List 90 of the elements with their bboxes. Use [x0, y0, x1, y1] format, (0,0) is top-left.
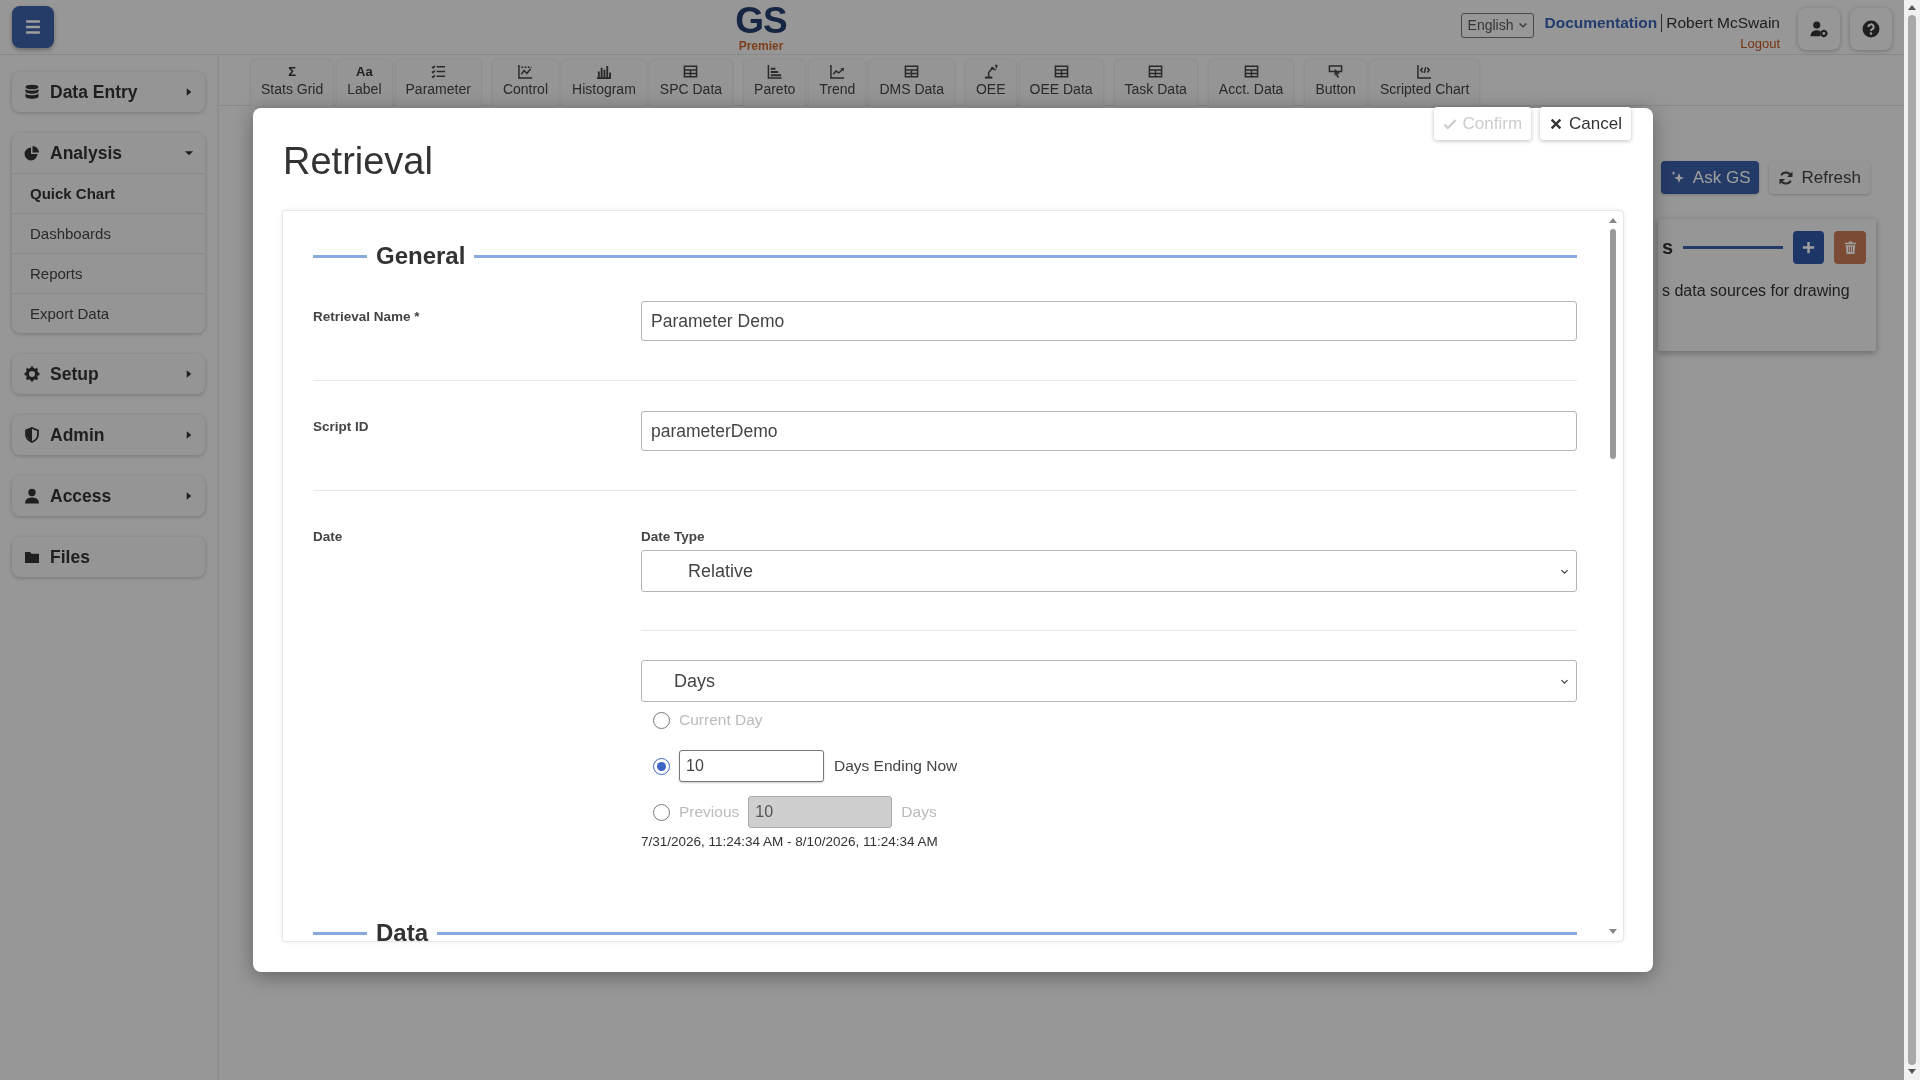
toolbar-button[interactable]: Scripted Chart [1369, 60, 1480, 106]
sidebar-section[interactable]: Files [12, 537, 205, 577]
card-text: s data sources for drawing [1662, 282, 1851, 300]
radio-button[interactable] [653, 757, 670, 775]
add-button[interactable] [1792, 231, 1825, 264]
select-value: Days [674, 670, 716, 692]
table-icon [1243, 64, 1259, 79]
refresh-icon [1778, 169, 1795, 186]
sidebar-section[interactable]: Admin [12, 415, 205, 455]
user-name: Robert McSwain [1666, 13, 1780, 32]
glyph-icon: Aa [356, 64, 373, 79]
toolbar-button[interactable]: Histogram [562, 60, 646, 106]
unit-select[interactable]: Days [641, 660, 1577, 702]
help-icon [1862, 19, 1880, 38]
documentation-link[interactable]: Documentation [1544, 13, 1658, 32]
card-heading: s [1662, 236, 1674, 259]
toolbar-button[interactable]: Button [1305, 60, 1366, 106]
toolbar-button[interactable]: Trend [809, 60, 866, 106]
text-field[interactable]: Parameter Demo [641, 301, 1577, 341]
section-title: General [376, 242, 466, 270]
help-button[interactable] [1850, 7, 1892, 50]
text-field[interactable]: parameterDemo [641, 411, 1577, 451]
toolbar-button[interactable]: OEE Data [1019, 60, 1103, 106]
plus-icon [1800, 240, 1816, 255]
toolbar-button[interactable]: DMS Data [869, 60, 954, 106]
radio-button[interactable] [653, 711, 670, 729]
user-icon [24, 488, 40, 504]
cancel-button[interactable]: Cancel [1540, 107, 1631, 140]
control-chart-icon [517, 64, 533, 79]
section-title: Data [376, 919, 429, 941]
close-icon [1549, 116, 1564, 131]
date-range-text: 7/31/2026, 11:24:34 AM - 8/10/2026, 11:24:34 AM [641, 834, 939, 849]
logo-title: GS [735, 2, 787, 39]
field-label: Script ID [313, 418, 370, 436]
ask-button[interactable]: Ask GS [1660, 161, 1760, 194]
language-select[interactable]: English [1460, 12, 1535, 38]
field-label: Retrieval Name * [313, 308, 421, 326]
field-label: Date Type [641, 529, 706, 544]
logout-link[interactable]: Logout [1740, 35, 1780, 51]
toolbar-button[interactable]: Control [492, 60, 558, 106]
select-value: Relative [688, 560, 755, 582]
shield-icon [24, 427, 40, 443]
checklist-icon [430, 64, 446, 79]
toolbar-button[interactable]: Aa Label [337, 60, 392, 106]
table-icon [904, 64, 920, 79]
line-chart-icon [829, 64, 845, 79]
option-label: Current Day [679, 711, 763, 729]
table-icon [1053, 64, 1069, 79]
logo-subtitle: Premier [738, 40, 784, 52]
sidebar-section[interactable]: Setup [12, 354, 205, 394]
table-icon [1148, 64, 1164, 79]
sidebar-item[interactable]: Export Data [12, 293, 205, 333]
option-label: Days [901, 803, 937, 821]
toolbar-button[interactable]: Task Data [1114, 60, 1197, 106]
sidebar-section[interactable]: Access [12, 476, 205, 516]
menu-button[interactable] [12, 6, 54, 48]
option-label: Previous [679, 803, 740, 821]
code-chart-icon [1417, 64, 1433, 79]
folder-icon [24, 549, 40, 565]
radio-button[interactable] [653, 803, 670, 821]
toolbar-button[interactable]: SPC Data [649, 60, 733, 106]
pointer-icon [1328, 64, 1344, 79]
settings-icon [24, 366, 40, 382]
trash-icon [1842, 240, 1858, 255]
database-icon [24, 84, 40, 100]
option-label: Days Ending Now [834, 757, 958, 775]
sidebar-section[interactable]: Data Entry [12, 72, 205, 112]
field-label: Date [313, 528, 344, 546]
sidebar-item[interactable]: Dashboards [12, 213, 205, 253]
user-gear-icon [1810, 19, 1828, 38]
glyph-icon: Σ [288, 64, 297, 79]
robot-arm-icon [983, 64, 999, 79]
modal-title: Retrieval [283, 140, 434, 182]
toolbar-button[interactable]: Acct. Data [1208, 60, 1294, 106]
pareto-chart-icon [767, 64, 783, 79]
sidebar-section[interactable]: Analysis [12, 133, 205, 173]
table-icon [683, 64, 699, 79]
number-field[interactable]: 10 [679, 750, 824, 782]
toolbar-button[interactable]: Pareto [744, 60, 806, 106]
user-settings-button[interactable] [1798, 7, 1840, 50]
toolbar-button[interactable]: Σ Stats Grid [251, 60, 334, 106]
bar-chart-icon [596, 64, 612, 79]
toolbar-button[interactable]: Parameter [395, 60, 481, 106]
refresh-button[interactable]: Refresh [1769, 161, 1870, 194]
date-type-select[interactable]: Relative [641, 550, 1577, 592]
delete-button[interactable] [1834, 231, 1866, 264]
pie-chart-icon [24, 145, 40, 161]
toolbar-button[interactable]: OEE [965, 60, 1016, 106]
sidebar-item[interactable]: Quick Chart [12, 173, 205, 213]
sidebar-item[interactable]: Reports [12, 253, 205, 293]
